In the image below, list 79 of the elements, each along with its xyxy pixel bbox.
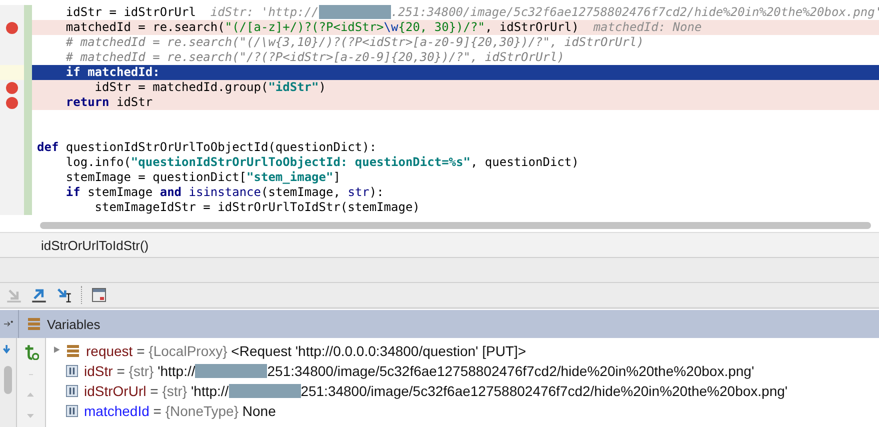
breadcrumb[interactable]: idStrOrUrlToIdStr() — [41, 238, 149, 252]
panel-title: Variables — [47, 316, 100, 332]
code-token: if — [64, 185, 80, 199]
code-token: "stem_image" — [246, 170, 334, 184]
scrollbar-thumb[interactable] — [40, 222, 871, 229]
code-token: {20, 30})/?" — [398, 20, 485, 34]
gutter-cell[interactable] — [0, 5, 24, 20]
equals-sign: = — [136, 343, 146, 359]
scrollbar-icon — [4, 366, 12, 394]
gutter-cell[interactable] — [0, 200, 24, 215]
variable-name: request — [86, 343, 133, 359]
code-token: if — [64, 65, 80, 79]
variable-name: idStrOrUrl — [84, 383, 146, 399]
code-token: "questionIdStrOrUrlToObjectId: questionDict=%s" — [130, 155, 470, 169]
variable-value: 251:34800/image/5c32f6ae12758802476f7cd2/hide%20in%20the%20box.png' — [267, 363, 754, 379]
variable-name: idStr — [84, 363, 113, 379]
code-token: , idStrOrUrl) — [484, 20, 579, 34]
gutter-cell[interactable] — [0, 50, 24, 65]
equals-sign: = — [152, 403, 162, 419]
arrow-down-icon — [3, 344, 13, 356]
code-token: stemImage — [86, 185, 154, 199]
code-token: isinstance — [188, 185, 262, 199]
code-token: (stemImage, — [261, 185, 342, 199]
variable-row[interactable]: request = {LocalProxy} <Request 'http://0.0.0.0:34800/question' [PUT]> — [46, 341, 879, 361]
step-out-icon — [31, 287, 47, 303]
variable-row[interactable]: matchedId = {NoneType} None — [46, 401, 879, 421]
variable-value: None — [242, 403, 276, 419]
variable-icon — [66, 385, 78, 397]
variable-type: {str} — [162, 383, 188, 399]
variable-row[interactable]: idStr = {str} 'http:// 251:34800/image/5c32f6ae12758802476f7cd2/hide%20in%20the%20box.png' — [46, 361, 879, 381]
inline-value-hint: idStr: 'http:// — [209, 5, 319, 19]
inline-value-hint: matchedId: None — [592, 20, 702, 34]
breakpoint-icon[interactable] — [6, 82, 18, 94]
equals-sign: = — [149, 383, 160, 399]
code-token: \w — [384, 20, 398, 34]
code-token: str — [348, 185, 370, 199]
code-token: return — [64, 95, 110, 109]
variable-value: <Request 'http://0.0.0.0:34800/question' [PUT]> — [231, 343, 526, 359]
gutter-cell[interactable] — [0, 80, 24, 95]
code-token: stemImageIdStr = idStrOrUrlToIdStr(stemImage) — [94, 200, 420, 214]
code-token: idStr = idStrOrUrl — [64, 5, 196, 19]
code-token: ) — [318, 80, 326, 94]
code-token: def — [37, 140, 59, 154]
variable-row[interactable]: idStrOrUrl = {str} 'http:// 251:34800/image/5c32f6ae12758802476f7cd2/hide%20in%20the%20box.png' — [46, 381, 879, 401]
variable-icon — [66, 405, 78, 417]
step-into-icon — [6, 287, 22, 303]
code-token: ): — [369, 185, 384, 199]
variable-value: 'http:// — [191, 383, 229, 399]
table-icon — [92, 288, 106, 302]
code-token: idStr = matchedId.group( — [94, 80, 268, 94]
code-token: matchedId: — [86, 65, 160, 79]
variable-name: matchedId — [84, 403, 150, 419]
code-token: ] — [333, 170, 340, 184]
stack-icon — [66, 344, 80, 358]
code-token: "idStr" — [268, 80, 319, 94]
expand-icon — [54, 346, 62, 356]
code-token: questionIdStrOrUrlToObjectId(questionDict): — [64, 140, 377, 154]
variable-value: 251:34800/image/5c32f6ae12758802476f7cd2/hide%20in%20the%20box.png' — [300, 383, 788, 399]
code-token: , questionDict) — [470, 155, 579, 169]
variable-type: {str} — [128, 363, 154, 379]
stack-icon — [27, 317, 41, 331]
code-token: log.info( — [64, 155, 131, 169]
code-token: and — [160, 185, 182, 199]
code-token: "(/[a-z]+/)?(?P<idStr> — [224, 20, 384, 34]
variable-type: {LocalProxy} — [148, 343, 228, 359]
code-token: idStr — [115, 95, 153, 109]
code-token: matchedId = re.search( — [64, 20, 225, 34]
code-comment: # matchedId = re.search("(/\w{3,10}/)?(?P<idStr>[a-z0-9]{20,30})/?", idStrOrUrl) — [64, 35, 644, 49]
run-to-cursor-icon — [56, 287, 72, 303]
code-comment: # matchedId = re.search("/?(?P<idStr>[a-z0-9]{20,30})/?", idStrOrUrl) — [64, 50, 564, 64]
variable-type: {NoneType} — [165, 403, 239, 419]
breakpoint-icon[interactable] — [6, 22, 18, 34]
variable-icon — [66, 365, 78, 377]
code-token: stemImage = questionDict[ — [64, 170, 247, 184]
equals-sign: = — [116, 363, 126, 379]
inline-value-hint: .251:34800/image/5c32f6ae12758802476f7cd2/hide%20in%20the%20box.png' — [390, 5, 879, 19]
gutter-cell[interactable] — [0, 65, 24, 80]
variable-value: 'http:// — [158, 363, 196, 379]
breakpoint-icon[interactable] — [6, 96, 18, 108]
